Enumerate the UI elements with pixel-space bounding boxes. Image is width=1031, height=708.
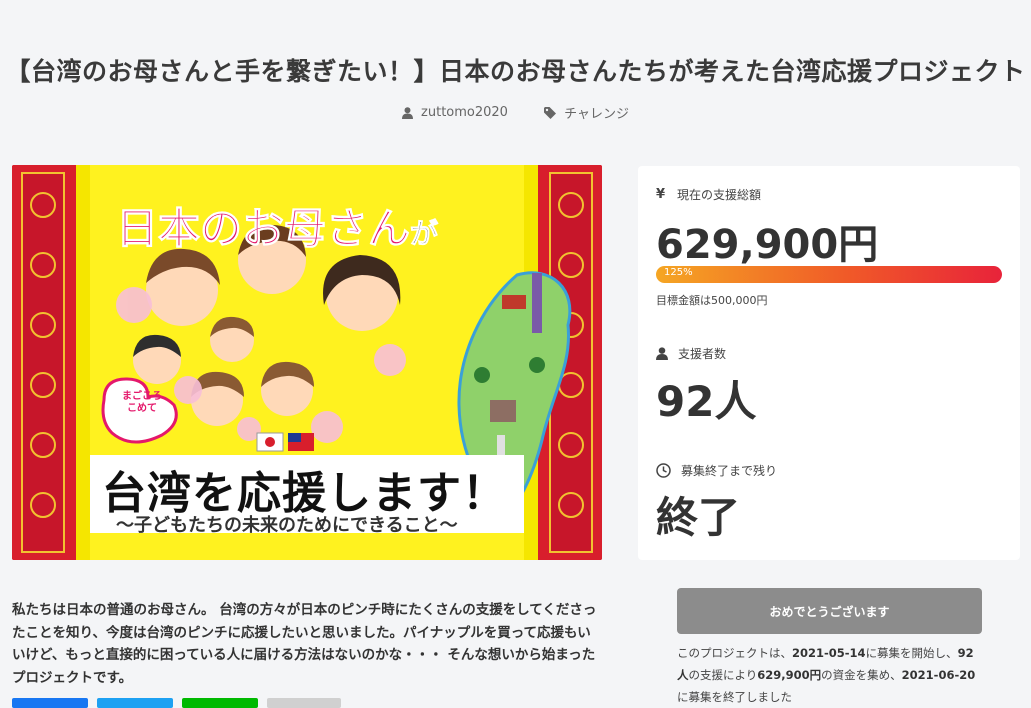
author-name: zuttomo2020 bbox=[421, 105, 508, 120]
remaining-label: 募集終了まで残り bbox=[656, 462, 777, 479]
supporters-label: 支援者数 bbox=[656, 345, 726, 362]
funding-panel: ¥ 現在の支援総額 629,900円 125% 目標金額は500,000円 支援… bbox=[638, 166, 1020, 560]
summary-amount: 629,900円 bbox=[757, 668, 822, 682]
project-hero-image: 日本のお母さんが まごころ こめて 台湾を応援します！ 〜子どもたちの未来のため… bbox=[12, 165, 602, 560]
project-title: 【台湾のお母さんと手を繋ぎたい！】日本のお母さんたちが考えた台湾応援プロジェクト bbox=[5, 57, 1026, 86]
supporters-count: 92人 bbox=[656, 377, 757, 426]
project-description: 私たちは日本の普通のお母さん。 台湾の方々が日本のピンチ時にたくさんの支援をして… bbox=[12, 602, 597, 686]
goal-amount: 目標金額は500,000円 bbox=[656, 294, 768, 307]
user-icon bbox=[656, 347, 668, 360]
hero-stamp: まごころ こめて bbox=[112, 391, 172, 415]
summary-suffix: に募集を終了しました bbox=[677, 690, 792, 704]
summary-start-date: 2021-05-14 bbox=[792, 646, 866, 660]
tag-icon bbox=[544, 106, 557, 119]
raised-amount: 629,900円 bbox=[656, 222, 879, 268]
twitter-share-button[interactable] bbox=[97, 698, 173, 708]
congrats-button[interactable]: おめでとうございます bbox=[677, 588, 982, 634]
hero-headline-1-suffix: が bbox=[410, 217, 439, 251]
hero-headline-1: 日本のお母さんが bbox=[115, 195, 439, 256]
clock-icon bbox=[656, 463, 671, 478]
summary-text-2: の支援により bbox=[688, 668, 758, 682]
hero-stamp-line-2: こめて bbox=[127, 403, 157, 414]
supporters-label-text: 支援者数 bbox=[678, 347, 727, 361]
hero-stamp-line-1: まごころ bbox=[122, 391, 162, 402]
project-summary: このプロジェクトは、2021-05-14に募集を開始し、92人の支援により629… bbox=[677, 642, 985, 708]
summary-text-3: の資金を集め、 bbox=[821, 668, 902, 682]
hero-headline-1-text: 日本のお母さん bbox=[115, 204, 411, 254]
copy-link-button[interactable] bbox=[267, 698, 341, 708]
category-link[interactable]: チャレンジ bbox=[544, 103, 629, 122]
line-share-button[interactable] bbox=[182, 698, 258, 708]
raised-label: ¥ 現在の支援総額 bbox=[656, 186, 761, 203]
remaining-label-text: 募集終了まで残り bbox=[681, 464, 778, 478]
yen-icon: ¥ bbox=[656, 187, 666, 202]
funding-progress-bar: 125% bbox=[656, 266, 1002, 283]
author-link[interactable]: zuttomo2020 bbox=[402, 105, 508, 120]
user-icon bbox=[402, 106, 414, 119]
facebook-share-button[interactable] bbox=[12, 698, 88, 708]
category-name: チャレンジ bbox=[564, 107, 629, 122]
hero-tagline: 〜子どもたちの未来のためにできること〜 bbox=[116, 515, 458, 536]
remaining-value: 終了 bbox=[656, 493, 741, 542]
raised-label-text: 現在の支援総額 bbox=[677, 188, 762, 202]
summary-end-date: 2021-06-20 bbox=[901, 668, 976, 682]
summary-prefix: このプロジェクトは、 bbox=[677, 646, 792, 660]
progress-percent: 125% bbox=[664, 267, 693, 278]
summary-text-1: に募集を開始し、 bbox=[865, 646, 958, 660]
project-meta: zuttomo2020 チャレンジ bbox=[0, 103, 1031, 123]
